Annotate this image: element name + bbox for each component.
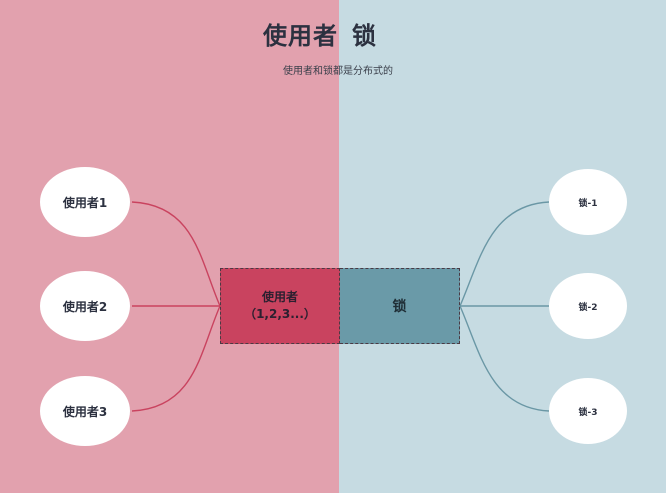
users-group-label: 使用者: [261, 290, 298, 304]
user-node-label: 使用者3: [62, 404, 108, 419]
lock-node-label: 锁-3: [578, 407, 598, 418]
link-lock-3: [459, 305, 550, 412]
link-user-1: [131, 201, 221, 307]
user-node-3: 使用者3: [40, 376, 130, 446]
users-group-box: 使用者 （1,2,3...）: [220, 268, 340, 344]
lock-node-label: 锁-2: [578, 302, 598, 313]
user-node-label: 使用者2: [62, 299, 108, 314]
link-user-3: [131, 305, 221, 412]
lock-group-box: 锁: [340, 268, 460, 344]
lock-group-label: 锁: [392, 299, 407, 315]
lock-node-label: 锁-1: [578, 198, 598, 209]
user-node-2: 使用者2: [40, 271, 130, 341]
users-group-range: （1,2,3...）: [244, 307, 316, 321]
lock-node-3: 锁-3: [549, 378, 627, 444]
user-node-1: 使用者1: [40, 167, 130, 237]
diagram-canvas: 使用者锁 使用者和锁都是分布式的 使用者1 使用者2 使用者3 使用者 （1,2…: [0, 0, 666, 493]
user-node-label: 使用者1: [62, 195, 108, 210]
link-lock-1: [459, 201, 550, 307]
lock-node-2: 锁-2: [549, 273, 627, 339]
lock-node-1: 锁-1: [549, 169, 627, 235]
